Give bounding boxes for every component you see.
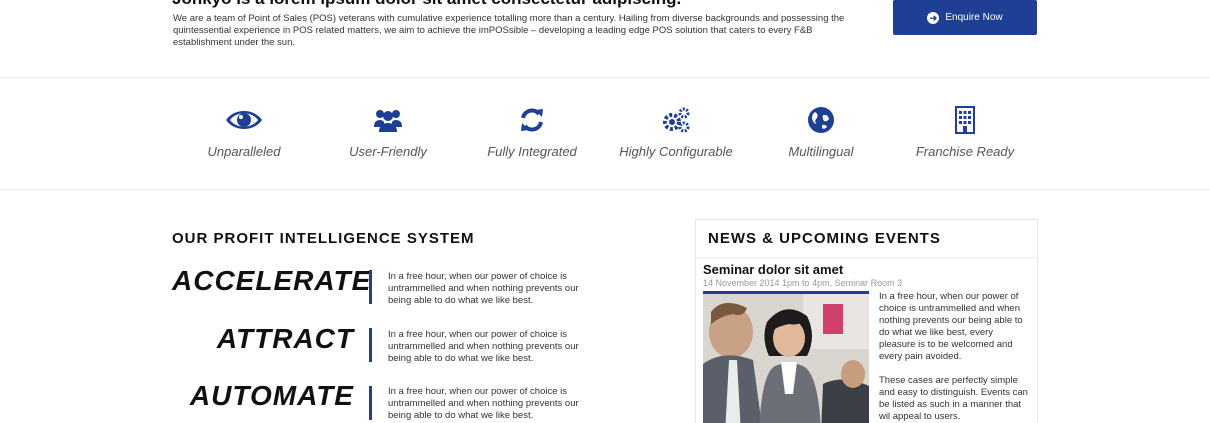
profit-section-title: OUR PROFIT INTELLIGENCE SYSTEM	[172, 230, 475, 247]
news-panel: NEWS & UPCOMING EVENTS Seminar dolor sit…	[695, 219, 1038, 423]
event-paragraph: These cases are perfectly simple and eas…	[879, 375, 1028, 422]
event-photo[interactable]	[703, 291, 869, 423]
event-description: In a free hour, when our power of choice…	[879, 291, 1031, 423]
profit-divider	[369, 386, 372, 420]
eye-icon	[169, 105, 319, 135]
profit-word-attract: ATTRACT	[216, 323, 354, 354]
profit-desc-automate: In a free hour, when our power of choice…	[388, 386, 579, 421]
feature-fully-integrated: Fully Integrated	[457, 105, 607, 159]
enquire-now-button[interactable]: ➜ Enquire Now	[893, 0, 1037, 35]
arrow-right-circle-icon: ➜	[927, 11, 940, 24]
globe-icon	[746, 105, 896, 135]
feature-label: Fully Integrated	[487, 144, 577, 159]
feature-highly-configurable: Highly Configurable	[601, 105, 751, 159]
feature-unparalleled: Unparalleled	[169, 105, 319, 159]
building-icon	[890, 105, 1040, 135]
enquire-now-label: Enquire Now	[945, 12, 1003, 23]
sync-icon	[457, 105, 607, 135]
features-row: Unparalleled User-Friendly Fully Integra…	[0, 79, 1210, 190]
profit-word-accelerate: ACCELERATE	[172, 265, 372, 296]
feature-label: Highly Configurable	[619, 144, 733, 159]
feature-label: Franchise Ready	[915, 144, 1015, 159]
profit-desc-accelerate: In a free hour, when our power of choice…	[388, 271, 579, 306]
profit-desc-attract: In a free hour, when our power of choice…	[388, 329, 579, 364]
feature-label: Unparalleled	[207, 144, 281, 159]
feature-label: User-Friendly	[349, 144, 427, 159]
gears-icon	[601, 105, 751, 135]
feature-franchise-ready: Franchise Ready	[890, 105, 1040, 159]
event-paragraph: In a free hour, when our power of choice…	[879, 291, 1023, 362]
about-band: Jonkyo is a lorem ipsum dolor sit amet c…	[0, 0, 1210, 78]
feature-multilingual: Multilingual	[746, 105, 896, 159]
about-heading: Jonkyo is a lorem ipsum dolor sit amet c…	[172, 0, 681, 9]
profit-word-automate: AUTOMATE	[189, 380, 354, 411]
profit-divider	[369, 328, 372, 362]
divider	[696, 257, 1037, 258]
about-intro: We are a team of Point of Sales (POS) ve…	[173, 13, 845, 48]
feature-label: Multilingual	[788, 144, 854, 159]
profit-divider	[369, 270, 372, 304]
news-panel-title: NEWS & UPCOMING EVENTS	[708, 230, 941, 247]
event-title-link[interactable]: Seminar dolor sit amet	[703, 262, 843, 277]
event-meta: 14 November 2014 1pm to 4pm, Seminar Roo…	[703, 278, 903, 288]
feature-user-friendly: User-Friendly	[313, 105, 463, 159]
users-icon	[313, 105, 463, 135]
